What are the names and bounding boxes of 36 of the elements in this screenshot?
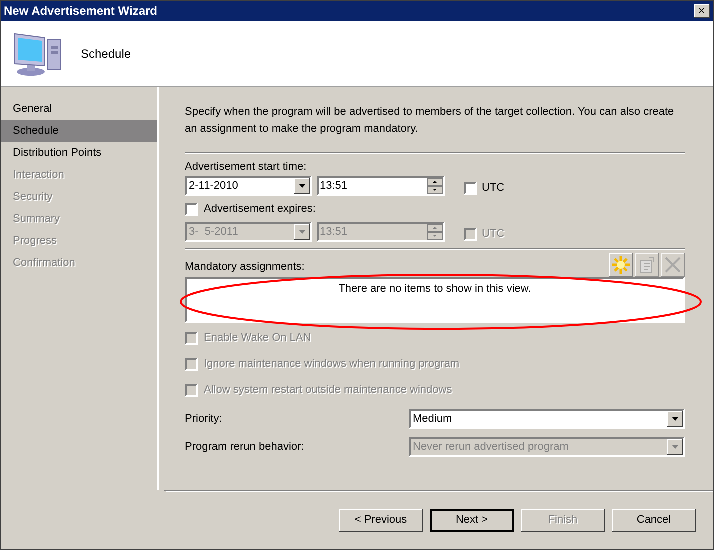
time-field[interactable]: 13:51: [317, 176, 445, 196]
field-value: 13:51: [319, 224, 349, 240]
checkbox[interactable]: [464, 182, 477, 194]
field-label: Program rerun behavior:: [185, 440, 304, 455]
field-value: 13:51: [319, 178, 349, 194]
checkbox-label: Ignore maintenance windows when running program: [204, 356, 460, 372]
date-field[interactable]: 2-11-2010: [185, 176, 312, 196]
window-title: New Advertisement Wizard: [4, 3, 158, 20]
field-value: Medium: [412, 412, 454, 427]
field-value: 2-11-2010: [188, 178, 240, 194]
assignments-list[interactable]: There are no items to show in this view.: [185, 277, 685, 323]
checkbox-label: UTC: [482, 226, 505, 242]
field-value: Never rerun advertised program: [412, 440, 570, 455]
sidebar-item[interactable]: Schedule: [1, 120, 157, 142]
description-text: Specify when the program will be advertised to members of the target collection. You can also create an assignment to make the program mandatory.: [185, 105, 676, 137]
checkbox-label: Allow system restart outside maintenance windows: [204, 382, 452, 398]
checkbox-label: UTC: [482, 180, 505, 196]
sidebar-item[interactable]: Distribution Points: [1, 142, 157, 164]
sidebar-item[interactable]: General: [1, 98, 157, 120]
empty-list-message: There are no items to show in this view.: [338, 282, 532, 297]
toolbar-button[interactable]: [609, 253, 633, 277]
field-value: 3- 5-2011: [188, 224, 240, 240]
wizard-button[interactable]: Cancel: [612, 509, 696, 532]
wizard-button: Finish: [521, 509, 605, 532]
field-label: Mandatory assignments:: [185, 260, 305, 274]
new-item-icon: [610, 254, 632, 276]
spinner-icon[interactable]: [427, 178, 443, 194]
dropdown-field[interactable]: Medium: [409, 409, 685, 429]
close-button[interactable]: ✕: [694, 4, 710, 18]
wizard-button[interactable]: Next >: [430, 509, 514, 532]
page-title: Schedule: [81, 46, 132, 62]
checkbox-label: Advertisement expires:: [204, 202, 316, 217]
wizard-button[interactable]: < Previous: [339, 509, 423, 532]
checkbox-label: Enable Wake On LAN: [204, 330, 312, 346]
field-label: Priority:: [185, 412, 222, 427]
field-label: Advertisement start time:: [185, 160, 308, 173]
